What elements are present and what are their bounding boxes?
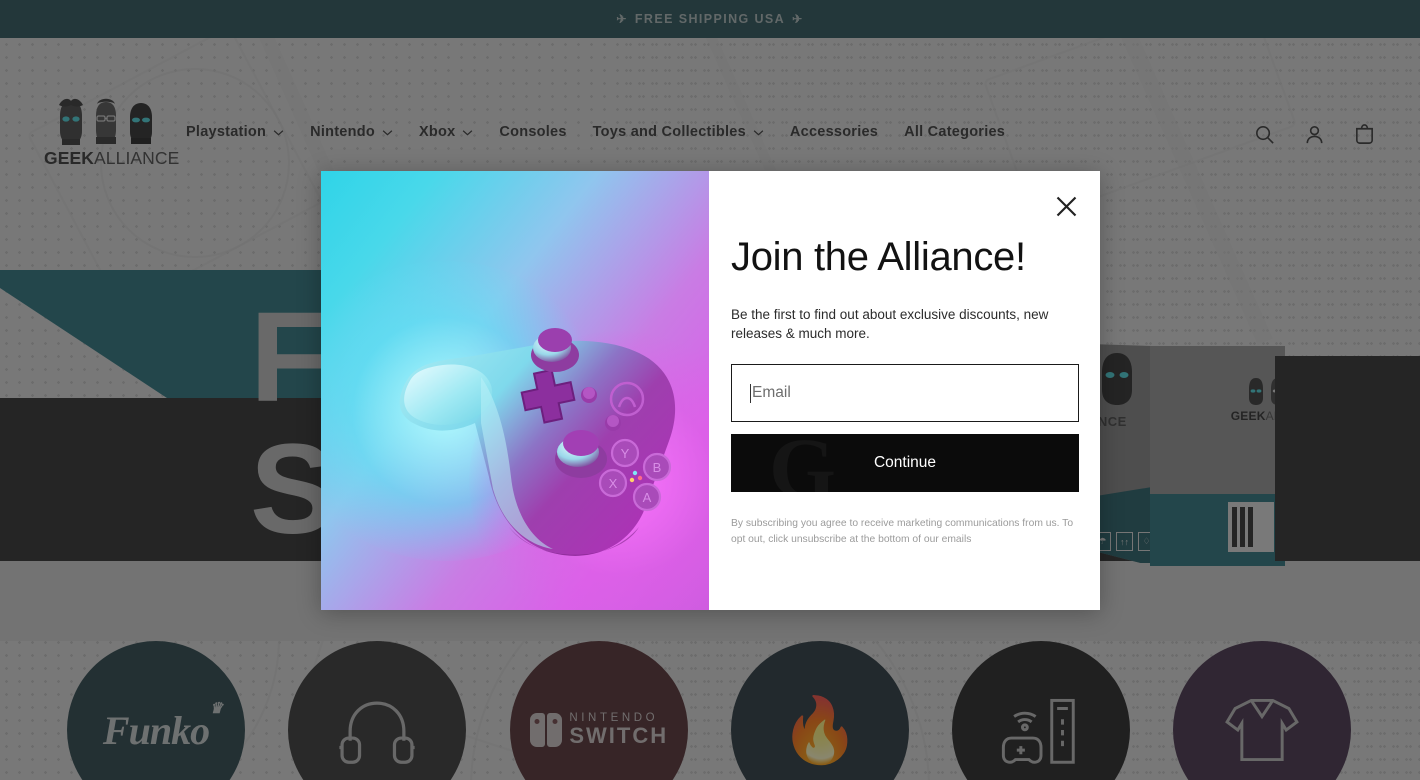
continue-button-label: Continue (873, 454, 937, 471)
newsletter-modal: Y B X A Join the Alliance! Be the first to… (321, 171, 1100, 610)
svg-text:A: A (643, 490, 652, 505)
svg-text:Y: Y (621, 446, 630, 461)
close-icon[interactable] (1050, 190, 1082, 222)
email-input[interactable]: Email (731, 364, 1079, 422)
modal-subtitle: Be the first to find out about exclusive… (731, 307, 1049, 341)
button-watermark: G (769, 434, 836, 492)
svg-text:B: B (653, 460, 662, 475)
page-root: ✈ FREE SHIPPING USA ✈ F S (0, 0, 1420, 780)
continue-button[interactable]: G Continue (731, 434, 1079, 492)
svg-text:X: X (609, 476, 618, 491)
modal-title: Join the Alliance! (731, 235, 1026, 279)
modal-controller-image: Y B X A (321, 171, 709, 610)
email-placeholder: Email (752, 384, 791, 401)
modal-content-panel: Join the Alliance! Be the first to find … (709, 171, 1100, 610)
modal-fine-print: By subscribing you agree to receive mark… (731, 518, 1074, 545)
text-caret (750, 383, 751, 403)
gamepad-illustration: Y B X A (339, 227, 699, 587)
